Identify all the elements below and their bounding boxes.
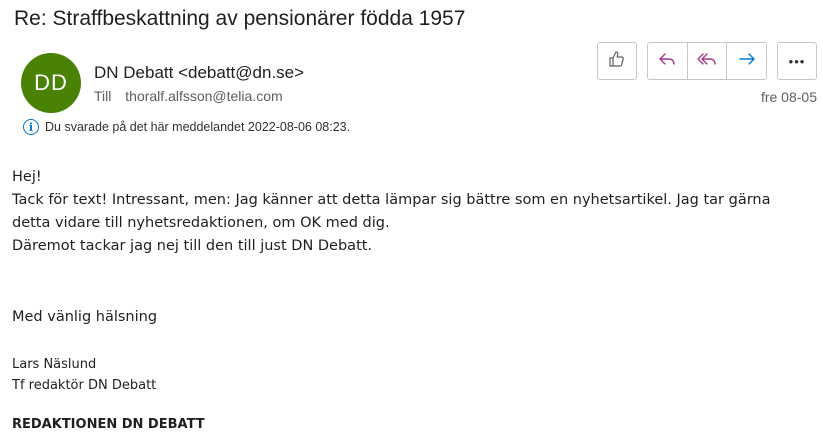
like-button[interactable] bbox=[597, 42, 637, 80]
thumbs-up-icon bbox=[607, 49, 627, 74]
signature-department: REDAKTIONEN DN DEBATT bbox=[12, 417, 205, 432]
body-line: detta vidare till nyhetsredaktionen, om … bbox=[12, 215, 390, 231]
closing-line: Med vänlig hälsning bbox=[12, 309, 158, 325]
message-date: fre 08-05 bbox=[760, 89, 817, 105]
reply-all-icon bbox=[696, 49, 718, 74]
reply-button[interactable] bbox=[648, 43, 687, 79]
signature-title: Tf redaktör DN Debatt bbox=[12, 378, 157, 393]
body-line: Däremot tackar jag nej till den till jus… bbox=[12, 238, 373, 254]
reply-all-button[interactable] bbox=[686, 43, 727, 79]
forward-button[interactable] bbox=[726, 43, 766, 79]
reply-icon bbox=[657, 49, 677, 74]
info-icon: i bbox=[23, 119, 39, 135]
more-icon: ••• bbox=[788, 53, 806, 69]
sender-avatar[interactable]: DD bbox=[21, 53, 81, 113]
recipient-row: Till thoralf.alfsson@telia.com bbox=[94, 88, 283, 104]
recipient-address[interactable]: thoralf.alfsson@telia.com bbox=[125, 88, 282, 104]
body-line: Hej! bbox=[12, 169, 42, 185]
replied-notice-text: Du svarade på det här meddelandet 2022-0… bbox=[45, 120, 351, 134]
signature-name: Lars Näslund bbox=[12, 357, 97, 372]
replied-notice: i Du svarade på det här meddelandet 2022… bbox=[23, 119, 350, 135]
more-actions-button[interactable]: ••• bbox=[777, 42, 817, 80]
signature: Lars Näslund Tf redaktör DN Debatt bbox=[12, 354, 156, 396]
body-line: Tack för text! Intressant, men: Jag känn… bbox=[12, 192, 771, 208]
sender-name[interactable]: DN Debatt <debatt@dn.se> bbox=[94, 63, 304, 83]
message-body: Hej! Tack för text! Intressant, men: Jag… bbox=[12, 166, 812, 258]
to-label: Till bbox=[94, 88, 112, 104]
reply-button-group bbox=[647, 42, 767, 80]
forward-icon bbox=[737, 49, 757, 74]
message-subject: Re: Straffbeskattning av pensionärer föd… bbox=[14, 7, 466, 30]
